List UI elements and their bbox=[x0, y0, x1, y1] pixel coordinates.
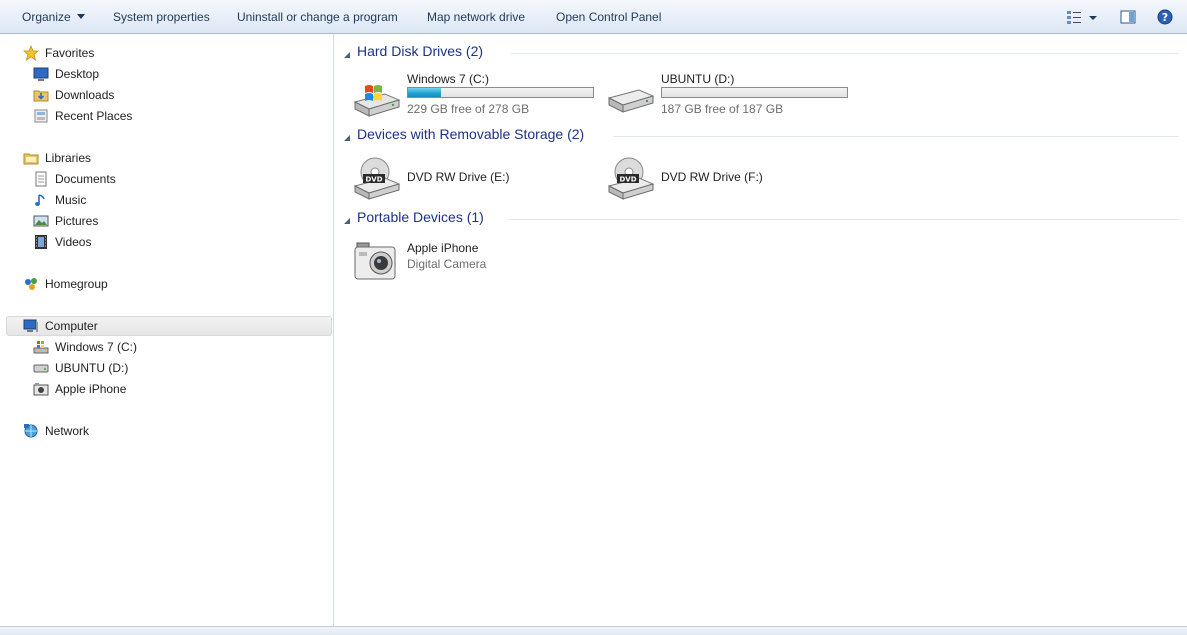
homegroup-icon bbox=[25, 278, 37, 290]
system-properties-button[interactable]: System properties bbox=[113, 10, 210, 24]
nav-label: Videos bbox=[55, 235, 92, 249]
nav-label: Network bbox=[45, 424, 90, 438]
uninstall-program-button[interactable]: Uninstall or change a program bbox=[237, 10, 398, 24]
nav-label: Desktop bbox=[55, 67, 100, 81]
hard-drive-icon bbox=[33, 364, 49, 373]
dvd-label: DVD bbox=[619, 176, 636, 184]
nav-label: Music bbox=[55, 193, 87, 207]
dvd-drive-tile-f[interactable]: DVD DVD RW Drive (F:) bbox=[607, 154, 857, 204]
recent-places-icon bbox=[34, 109, 48, 123]
open-control-panel-button[interactable]: Open Control Panel bbox=[556, 10, 661, 24]
device-name: DVD RW Drive (E:) bbox=[407, 170, 510, 184]
nav-label: Computer bbox=[45, 319, 98, 333]
group-divider bbox=[613, 136, 1179, 137]
drive-usage-bar bbox=[407, 87, 594, 98]
group-title: Hard Disk Drives (2) bbox=[357, 43, 484, 59]
chevron-down-icon bbox=[76, 14, 85, 19]
organize-button[interactable]: Organize bbox=[22, 10, 85, 24]
videos-icon bbox=[35, 235, 47, 249]
group-divider bbox=[509, 219, 1179, 220]
downloads-folder-icon bbox=[33, 90, 49, 102]
windows-hard-drive-icon bbox=[353, 85, 401, 117]
group-title: Portable Devices (1) bbox=[357, 209, 484, 225]
drive-usage-fill bbox=[408, 88, 441, 97]
nav-label: Libraries bbox=[45, 151, 92, 165]
network-icon bbox=[24, 424, 38, 438]
nav-label: Favorites bbox=[45, 46, 95, 60]
drive-tile-ubuntu[interactable]: UBUNTU (D:) 187 GB free of 187 GB bbox=[607, 72, 857, 122]
drive-tile-windows7[interactable]: Windows 7 (C:) 229 GB free of 278 GB bbox=[353, 72, 603, 122]
drive-name: UBUNTU (D:) bbox=[661, 72, 735, 86]
navigation-pane: Favorites Desktop Downloads Recent Place… bbox=[0, 34, 334, 626]
device-name: DVD RW Drive (F:) bbox=[661, 170, 763, 184]
dvd-drive-icon: DVD bbox=[607, 157, 655, 200]
portable-device-tile-iphone[interactable]: Apple iPhone Digital Camera bbox=[353, 237, 603, 287]
group-header-hard-disk-drives[interactable]: Hard Disk Drives (2) bbox=[343, 43, 1181, 63]
camera-icon bbox=[33, 383, 49, 396]
digital-camera-icon bbox=[354, 242, 396, 280]
nav-label: Apple iPhone bbox=[55, 382, 127, 396]
pictures-icon bbox=[33, 215, 49, 227]
nav-label: Downloads bbox=[55, 88, 115, 102]
dvd-drive-icon: DVD bbox=[353, 157, 401, 200]
drive-free-space: 187 GB free of 187 GB bbox=[661, 102, 784, 116]
change-view-icon[interactable] bbox=[1066, 9, 1082, 25]
nav-label: Homegroup bbox=[45, 277, 108, 291]
group-divider bbox=[511, 53, 1179, 54]
star-icon bbox=[23, 45, 39, 61]
drive-name: Windows 7 (C:) bbox=[407, 72, 490, 86]
help-icon[interactable]: ? bbox=[1157, 9, 1173, 25]
dvd-drive-tile-e[interactable]: DVD DVD RW Drive (E:) bbox=[353, 154, 603, 204]
group-header-portable-devices[interactable]: Portable Devices (1) bbox=[343, 209, 1181, 229]
device-name: Apple iPhone bbox=[407, 241, 479, 255]
nav-label: Documents bbox=[55, 172, 116, 186]
view-options-chevron-icon[interactable] bbox=[1088, 9, 1098, 25]
nav-label: UBUNTU (D:) bbox=[55, 361, 129, 375]
music-note-icon bbox=[35, 194, 45, 206]
organize-label: Organize bbox=[22, 10, 71, 24]
windows-drive-icon bbox=[33, 341, 49, 354]
documents-icon bbox=[35, 171, 47, 187]
status-bar bbox=[0, 626, 1187, 635]
svg-text:?: ? bbox=[1162, 11, 1168, 24]
command-bar: Organize System properties Uninstall or … bbox=[0, 0, 1187, 34]
device-type: Digital Camera bbox=[407, 257, 487, 271]
map-network-drive-button[interactable]: Map network drive bbox=[427, 10, 525, 24]
drive-usage-bar bbox=[661, 87, 848, 98]
nav-label: Recent Places bbox=[55, 109, 133, 123]
desktop-icon bbox=[33, 67, 49, 81]
group-header-removable-storage[interactable]: Devices with Removable Storage (2) bbox=[343, 126, 1181, 146]
libraries-icon bbox=[23, 153, 39, 165]
computer-icon bbox=[23, 319, 38, 332]
nav-label: Pictures bbox=[55, 214, 99, 228]
hard-drive-icon bbox=[607, 89, 655, 113]
nav-label: Windows 7 (C:) bbox=[55, 340, 138, 354]
dvd-label: DVD bbox=[365, 176, 382, 184]
drive-free-space: 229 GB free of 278 GB bbox=[407, 102, 530, 116]
preview-pane-icon[interactable] bbox=[1120, 9, 1136, 25]
content-pane: Hard Disk Drives (2) Windows 7 (C:) 229 … bbox=[335, 34, 1187, 626]
group-title: Devices with Removable Storage (2) bbox=[357, 126, 585, 142]
